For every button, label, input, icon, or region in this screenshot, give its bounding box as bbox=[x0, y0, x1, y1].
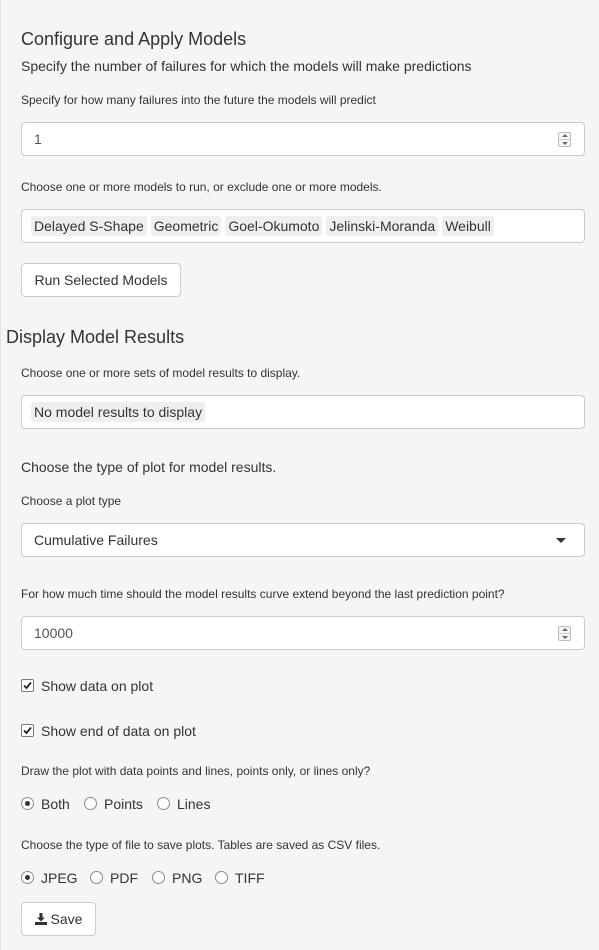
model-tag[interactable]: Jelinski-Moranda bbox=[326, 216, 439, 236]
extend-label: For how much time should the model resul… bbox=[21, 587, 505, 601]
display-heading: Display Model Results bbox=[6, 327, 185, 347]
model-tag[interactable]: Goel-Okumoto bbox=[225, 216, 323, 236]
radio-file-png-label[interactable]: PNG bbox=[172, 870, 202, 886]
spinner-down-icon[interactable] bbox=[559, 634, 570, 640]
extend-value: 10000 bbox=[34, 625, 73, 641]
predict-number-input[interactable]: 1 bbox=[21, 122, 585, 156]
show-data-checkbox[interactable] bbox=[21, 679, 34, 692]
radio-file-pdf-label[interactable]: PDF bbox=[110, 870, 138, 886]
draw-label: Draw the plot with data points and lines… bbox=[21, 764, 371, 778]
run-models-button[interactable]: Run Selected Models bbox=[21, 263, 181, 297]
model-tag[interactable]: Geometric bbox=[150, 216, 222, 236]
extend-spinner[interactable] bbox=[558, 626, 571, 641]
predict-value: 1 bbox=[34, 131, 42, 147]
extend-number-input[interactable]: 10000 bbox=[21, 616, 585, 650]
plot-type-label: Choose a plot type bbox=[21, 494, 122, 508]
configure-heading: Configure and Apply Models bbox=[21, 29, 247, 49]
checkmark-icon bbox=[23, 681, 32, 690]
show-end-checkbox[interactable] bbox=[21, 724, 34, 737]
radio-file-tiff[interactable] bbox=[215, 871, 228, 884]
file-type-label: Choose the type of file to save plots. T… bbox=[21, 838, 381, 852]
plot-type-heading: Choose the type of plot for model result… bbox=[21, 459, 277, 475]
results-label: Choose one or more sets of model results… bbox=[21, 366, 301, 380]
sidebar-panel: Configure and Apply Models Specify the n… bbox=[0, 0, 599, 950]
model-tag[interactable]: Delayed S-Shape bbox=[31, 216, 147, 236]
configure-subtitle: Specify the number of failures for which… bbox=[21, 58, 472, 74]
radio-file-jpeg-label[interactable]: JPEG bbox=[41, 870, 78, 886]
results-multiselect[interactable]: No model results to display bbox=[21, 395, 585, 429]
radio-file-jpeg[interactable] bbox=[21, 871, 34, 884]
radio-file-png[interactable] bbox=[152, 871, 165, 884]
models-multiselect[interactable]: Delayed S-Shape Geometric Goel-Okumoto J… bbox=[21, 209, 585, 243]
spinner-up-icon[interactable] bbox=[559, 627, 570, 634]
plot-type-value: Cumulative Failures bbox=[34, 532, 158, 548]
spinner-down-icon[interactable] bbox=[559, 140, 570, 146]
model-tag[interactable]: Weibull bbox=[442, 216, 494, 236]
save-button[interactable]: Save bbox=[21, 902, 96, 936]
radio-draw-lines-label[interactable]: Lines bbox=[177, 796, 210, 812]
radio-draw-points-label[interactable]: Points bbox=[104, 796, 143, 812]
radio-file-tiff-label[interactable]: TIFF bbox=[235, 870, 265, 886]
radio-draw-both[interactable] bbox=[21, 797, 34, 810]
show-data-label[interactable]: Show data on plot bbox=[41, 678, 153, 694]
download-icon bbox=[34, 913, 47, 925]
models-label: Choose one or more models to run, or exc… bbox=[21, 180, 382, 194]
save-button-label: Save bbox=[50, 911, 83, 927]
spinner-up-icon[interactable] bbox=[559, 133, 570, 140]
results-tag[interactable]: No model results to display bbox=[31, 402, 206, 422]
show-end-label[interactable]: Show end of data on plot bbox=[41, 723, 196, 739]
radio-draw-points[interactable] bbox=[84, 797, 97, 810]
chevron-down-icon bbox=[556, 538, 566, 543]
radio-file-pdf[interactable] bbox=[90, 871, 103, 884]
plot-type-select[interactable]: Cumulative Failures bbox=[21, 523, 585, 557]
radio-draw-lines[interactable] bbox=[157, 797, 170, 810]
predict-label: Specify for how many failures into the f… bbox=[21, 93, 376, 107]
checkmark-icon bbox=[23, 726, 32, 735]
predict-spinner[interactable] bbox=[558, 132, 571, 147]
radio-draw-both-label[interactable]: Both bbox=[41, 796, 70, 812]
